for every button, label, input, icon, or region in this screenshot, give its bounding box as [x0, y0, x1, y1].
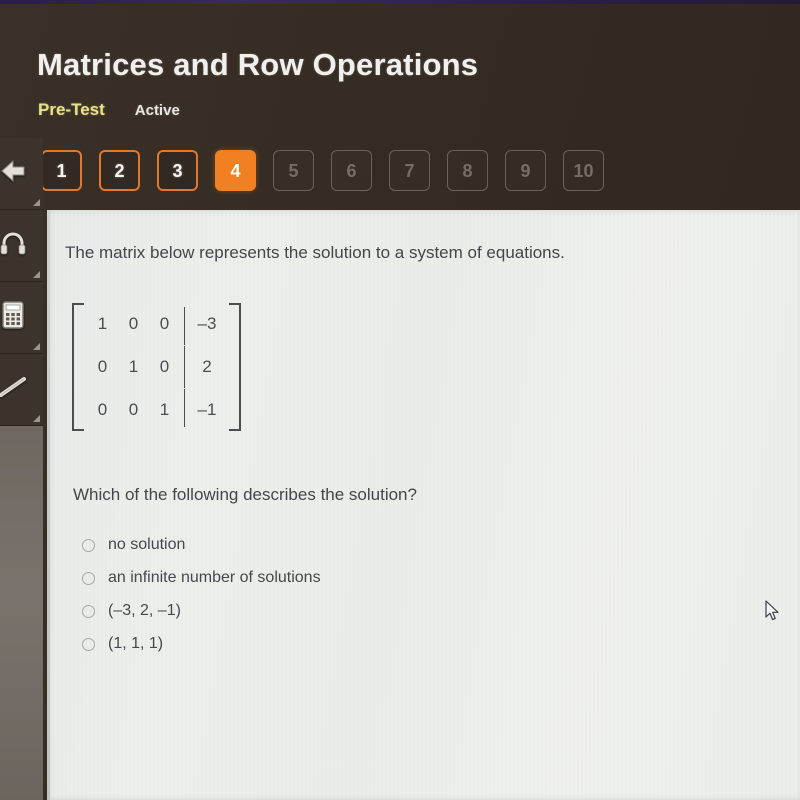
matrix-cell: 0 [128, 399, 139, 419]
tool-pointer[interactable] [0, 138, 43, 210]
answer-option[interactable]: (–3, 2, –1) [82, 602, 321, 620]
question-panel [47, 210, 800, 800]
page-header: Matrices and Row Operations Pre-Test Act… [0, 4, 800, 138]
test-screen: Matrices and Row Operations Pre-Test Act… [0, 0, 800, 800]
question-button-10: 10 [563, 150, 604, 191]
matrix-cell: 1 [159, 399, 170, 419]
question-button-9: 9 [505, 150, 546, 191]
tool-calculator[interactable] [0, 282, 43, 354]
matrix-constant-cell: –1 [197, 399, 217, 419]
question-pager: 1 2 3 4 5 6 7 8 9 10 [41, 150, 604, 191]
matrix-cell: 0 [128, 314, 139, 334]
line-tool-icon [0, 374, 27, 405]
matrix-cell: 0 [159, 314, 170, 334]
expander-corner-icon[interactable] [33, 271, 40, 278]
matrix-cell: 1 [97, 314, 108, 334]
calculator-icon [1, 301, 24, 334]
answer-option[interactable]: no solution [82, 536, 321, 554]
pointer-icon [0, 158, 26, 189]
tool-rail [0, 138, 43, 800]
tab-pre-test[interactable]: Pre-Test [38, 100, 105, 120]
expander-corner-icon[interactable] [33, 199, 40, 206]
tool-icon-list [0, 138, 43, 426]
matrix-cell: 0 [159, 356, 170, 376]
matrix-cell: 0 [97, 356, 108, 376]
matrix-right-bracket [229, 303, 241, 431]
answer-option[interactable]: an infinite number of solutions [82, 569, 321, 587]
tool-read-aloud[interactable] [0, 210, 43, 282]
matrix-augment-divider [183, 388, 185, 427]
augmented-matrix: 1 0 0 –3 0 1 0 2 0 0 1 –1 [72, 303, 241, 431]
tool-line[interactable] [0, 354, 43, 426]
question-prompt: The matrix below represents the solution… [65, 243, 565, 262]
panel-left-edge [47, 210, 50, 800]
status-active: Active [134, 102, 180, 119]
radio-button-icon[interactable] [82, 637, 95, 651]
matrix-augment-divider [183, 307, 185, 346]
matrix-grid: 1 0 0 –3 0 1 0 2 0 0 1 –1 [84, 303, 229, 431]
answer-option-label: an infinite number of solutions [108, 569, 321, 586]
question-text: Which of the following describes the sol… [73, 485, 417, 504]
radio-button-icon[interactable] [82, 604, 95, 618]
subnav: Pre-Test Active [38, 100, 180, 120]
expander-corner-icon[interactable] [33, 415, 40, 422]
answer-option-label: (1, 1, 1) [108, 635, 164, 652]
question-button-1[interactable]: 1 [41, 150, 82, 191]
radio-button-icon[interactable] [82, 538, 95, 552]
matrix-cell: 0 [97, 399, 108, 419]
question-button-3[interactable]: 3 [157, 150, 198, 191]
headphones-icon [0, 230, 26, 261]
answer-option[interactable]: (1, 1, 1) [82, 635, 321, 653]
radio-button-icon[interactable] [82, 571, 95, 585]
tool-rail-filler [0, 422, 43, 800]
question-button-5: 5 [273, 150, 314, 191]
question-button-2[interactable]: 2 [99, 150, 140, 191]
page-title: Matrices and Row Operations [37, 47, 479, 82]
matrix-augment-divider [183, 345, 185, 388]
question-button-6: 6 [331, 150, 372, 191]
question-button-7: 7 [389, 150, 430, 191]
answer-option-label: no solution [108, 536, 186, 553]
answer-option-label: (–3, 2, –1) [108, 602, 181, 619]
matrix-cell: 1 [128, 356, 139, 376]
question-button-8: 8 [447, 150, 488, 191]
matrix-left-bracket [72, 303, 84, 431]
answer-options: no solution an infinite number of solutio… [82, 536, 321, 653]
matrix-constant-cell: 2 [202, 356, 212, 376]
matrix-constant-cell: –3 [197, 314, 217, 334]
expander-corner-icon[interactable] [33, 343, 40, 350]
question-button-4[interactable]: 4 [215, 150, 256, 191]
